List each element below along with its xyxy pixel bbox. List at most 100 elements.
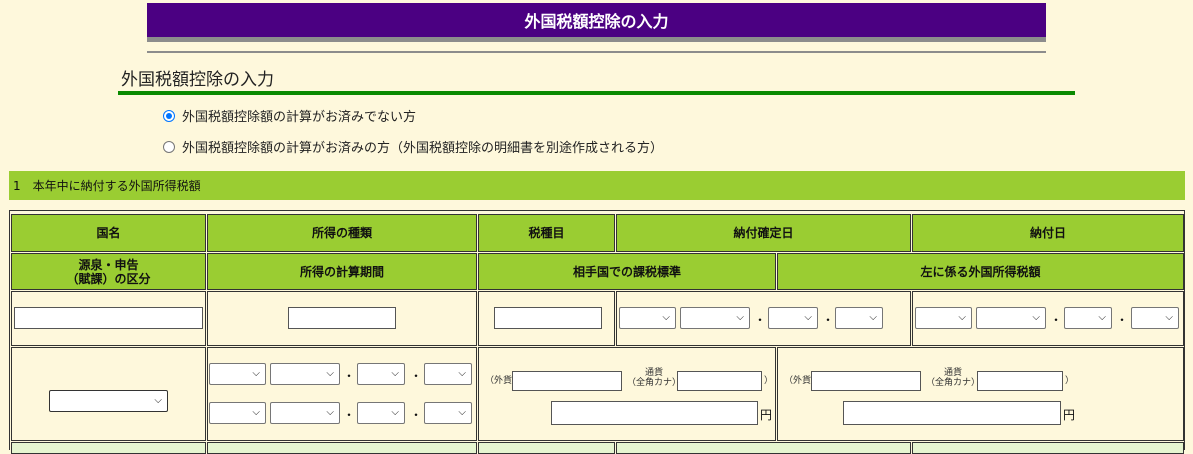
yen-unit: 円 (1063, 408, 1076, 422)
foreign-tax-yen-input[interactable] (843, 401, 1061, 425)
foreign-tax-cell: （外貨 通貨 （全角カナ） ） 円 (777, 347, 1184, 441)
foreign-tax-table: 国名 所得の種類 税種目 納付確定日 納付日 源泉・申告 （賦課）の区分 所得の… (9, 210, 1185, 454)
tax-item-input[interactable] (494, 307, 602, 329)
page-banner: 外国税額控除の入力 (147, 3, 1046, 37)
date-separator: ・ (1116, 313, 1129, 327)
period-end-year-select[interactable]: ⌵ (270, 402, 340, 424)
period-end-era-select[interactable]: ⌵ (209, 402, 266, 424)
option-not-calculated[interactable]: 外国税額控除額の計算がお済みでない方 (163, 106, 416, 125)
tax-item-cell (478, 291, 615, 346)
next-row-cell (912, 442, 1184, 454)
date-separator: ・ (410, 369, 423, 383)
option-label: 外国税額控除額の計算がお済みでない方 (182, 110, 417, 125)
header-text: 源泉・申告 （賦課）の区分 (66, 257, 151, 286)
tax-base-foreign-amount-input[interactable] (512, 371, 622, 391)
col-header-tax-item: 税種目 (478, 214, 615, 252)
payment-day-select[interactable]: ⌵ (1131, 307, 1179, 329)
period-start-day-select[interactable]: ⌵ (424, 363, 472, 385)
date-separator: ・ (343, 369, 356, 383)
tax-base-cell: （外貨 通貨 （全角カナ） ） 円 (478, 347, 776, 441)
next-row-cell (11, 442, 206, 454)
classification-select[interactable]: ⌵ (49, 390, 168, 412)
page-banner-title: 外国税額控除の入力 (524, 12, 669, 31)
classification-cell: ⌵ (11, 347, 206, 441)
chevron-down-icon: ⌵ (736, 312, 744, 323)
col-header-country: 国名 (11, 214, 206, 252)
date-separator: ・ (754, 313, 767, 327)
close-paren: ） (764, 376, 774, 386)
col-header-calc-period: 所得の計算期間 (207, 253, 477, 290)
date-separator: ・ (410, 408, 423, 422)
payment-year-select[interactable]: ⌵ (976, 307, 1046, 329)
chevron-down-icon: ⌵ (326, 407, 334, 418)
payment-month-select[interactable]: ⌵ (1064, 307, 1112, 329)
confirmed-year-select[interactable]: ⌵ (680, 307, 750, 329)
option-label: 外国税額控除額の計算がお済みの方（外国税額控除の明細書を別途作成される方） (182, 141, 664, 156)
date-separator: ・ (1050, 313, 1063, 327)
subsection-label: 1 本年中に納付する外国所得税額 (13, 179, 201, 193)
date-separator: ・ (343, 408, 356, 422)
option-calculated[interactable]: 外国税額控除額の計算がお済みの方（外国税額控除の明細書を別途作成される方） (163, 137, 663, 156)
chevron-down-icon: ⌵ (458, 368, 466, 379)
header-text: 左に係る外国所得税額 (920, 264, 1041, 279)
radio-unchecked-icon[interactable] (163, 140, 175, 153)
payment-era-select[interactable]: ⌵ (915, 307, 972, 329)
period-end-month-select[interactable]: ⌵ (357, 402, 405, 424)
chevron-down-icon: ⌵ (958, 312, 966, 323)
chevron-down-icon: ⌵ (1165, 312, 1173, 323)
section-title: 外国税額控除の入力 (121, 70, 274, 90)
col-header-income-type: 所得の種類 (207, 214, 477, 252)
close-paren: ） (1065, 376, 1075, 386)
chevron-down-icon: ⌵ (1098, 312, 1106, 323)
col-header-classification: 源泉・申告 （賦課）の区分 (11, 253, 206, 290)
period-start-month-select[interactable]: ⌵ (357, 363, 405, 385)
confirmed-era-select[interactable]: ⌵ (619, 307, 676, 329)
section-divider (118, 91, 1075, 95)
chevron-down-icon: ⌵ (252, 407, 260, 418)
foreign-tax-currency-input[interactable] (977, 371, 1063, 391)
col-header-foreign-tax: 左に係る外国所得税額 (777, 253, 1184, 290)
col-header-confirmed-date: 納付確定日 (616, 214, 911, 252)
subsection-header: 1 本年中に納付する外国所得税額 (9, 171, 1185, 200)
chevron-down-icon: ⌵ (252, 368, 260, 379)
income-type-input[interactable] (288, 307, 396, 329)
chevron-down-icon: ⌵ (391, 368, 399, 379)
next-row-cell (207, 442, 477, 454)
header-text: 国名 (96, 226, 121, 240)
period-start-year-select[interactable]: ⌵ (270, 363, 340, 385)
country-input[interactable] (14, 307, 203, 329)
currency-label-line2: （全角カナ） (626, 378, 681, 388)
tax-base-yen-input[interactable] (551, 401, 758, 425)
chevron-down-icon: ⌵ (326, 368, 334, 379)
next-row-cell (616, 442, 911, 454)
tax-base-currency-input[interactable] (677, 371, 762, 391)
income-type-cell (207, 291, 477, 346)
header-text: 納付日 (1029, 226, 1066, 240)
chevron-down-icon: ⌵ (391, 407, 399, 418)
banner-divider (147, 37, 1046, 42)
currency-label-line1: 通貨 (644, 368, 663, 378)
currency-label-line2: （全角カナ） (925, 378, 980, 388)
confirmed-date-cell: ⌵ ⌵ ・ ⌵ ・ ⌵ (616, 291, 911, 346)
chevron-down-icon: ⌵ (1032, 312, 1040, 323)
confirmed-day-select[interactable]: ⌵ (835, 307, 883, 329)
header-text: 税種目 (528, 226, 565, 240)
currency-label-line1: 通貨 (943, 368, 962, 378)
chevron-down-icon: ⌵ (154, 395, 162, 406)
foreign-tax-foreign-amount-input[interactable] (811, 371, 921, 391)
period-end-day-select[interactable]: ⌵ (424, 402, 472, 424)
foreign-currency-label: （外貨 (485, 376, 513, 386)
confirmed-month-select[interactable]: ⌵ (768, 307, 818, 329)
header-text: 所得の計算期間 (299, 264, 384, 279)
header-text: 納付確定日 (733, 226, 794, 240)
chevron-down-icon: ⌵ (662, 312, 670, 323)
currency-label: 通貨 （全角カナ） (624, 368, 684, 388)
foreign-currency-label: （外貨 (784, 376, 812, 386)
chevron-down-icon: ⌵ (869, 312, 877, 323)
header-text: 所得の種類 (311, 226, 372, 240)
period-start-era-select[interactable]: ⌵ (209, 363, 266, 385)
header-text: 相手国での課税標準 (572, 264, 681, 279)
calc-period-cell: ⌵ ⌵ ・ ⌵ ・ ⌵ ⌵ ⌵ ・ ⌵ ・ ⌵ (207, 347, 477, 441)
radio-checked-icon[interactable] (163, 109, 175, 122)
chevron-down-icon: ⌵ (804, 312, 812, 323)
